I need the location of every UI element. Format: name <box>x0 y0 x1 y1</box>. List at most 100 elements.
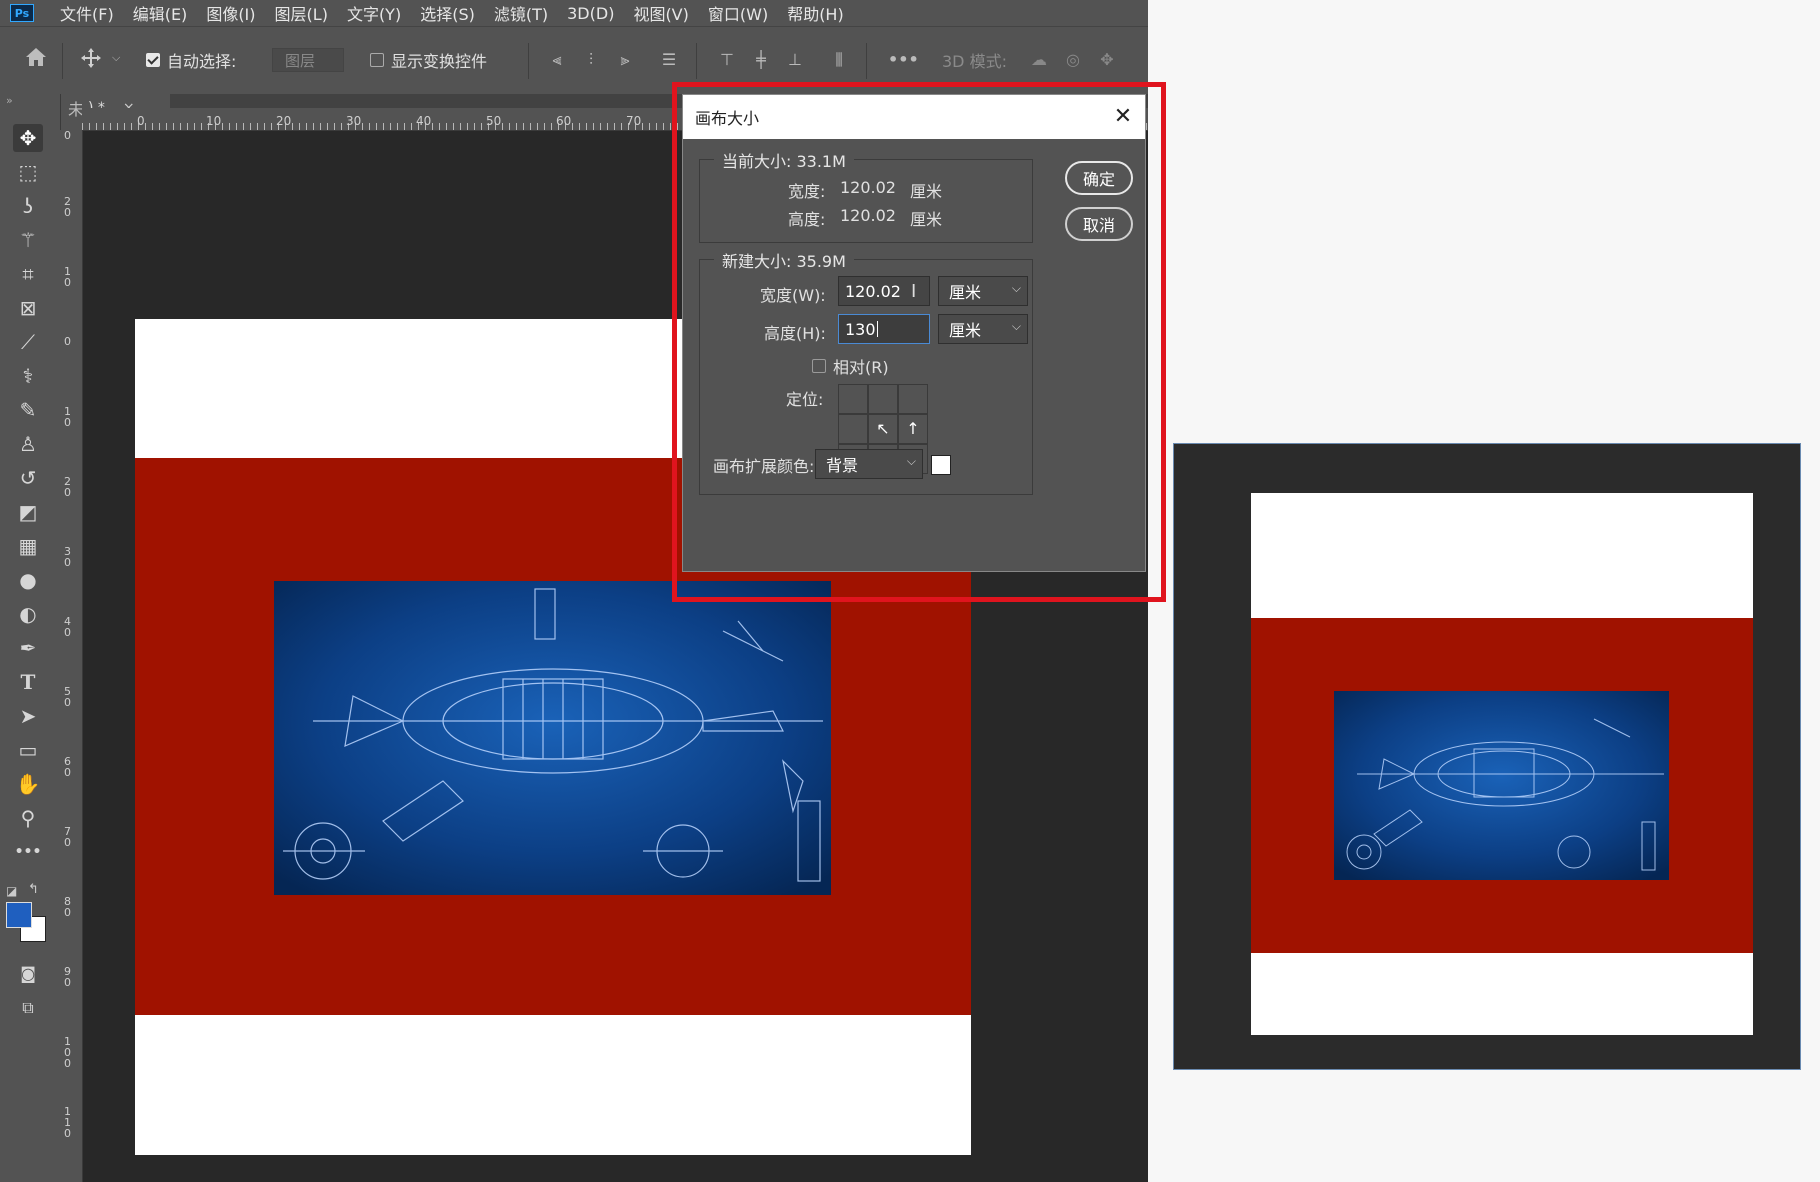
menu-view[interactable]: 视图(V) <box>633 1 688 25</box>
height-input[interactable]: 130 <box>838 314 930 344</box>
menu-select[interactable]: 选择(S) <box>420 1 475 25</box>
default-colors-icon[interactable]: ◪ <box>6 884 17 898</box>
align-bottom-icon[interactable]: ⊥ <box>786 51 804 69</box>
chevron-down-icon[interactable]: ⌵ <box>112 51 120 65</box>
auto-select-dropdown[interactable]: 图层 <box>272 47 344 73</box>
anchor-top[interactable] <box>868 384 898 414</box>
gradient-tool-icon[interactable]: ▦ <box>13 532 43 560</box>
ruler-label: 0 <box>137 114 145 128</box>
ruler-label: 30 <box>64 545 71 569</box>
align-right-icon[interactable]: ⫸ <box>616 51 634 69</box>
collapse-icon[interactable]: » <box>6 94 13 107</box>
align-center-icon[interactable]: ⫶ <box>582 51 600 69</box>
move-tool-icon[interactable] <box>80 47 102 69</box>
width-unit-select[interactable]: 厘米 ⌵ <box>938 276 1028 306</box>
menu-image[interactable]: 图像(I) <box>206 1 255 25</box>
distribute-vertical-icon[interactable]: ⫼ <box>830 51 848 69</box>
width-input[interactable]: 120.02 I <box>838 276 930 306</box>
rectangle-tool-icon[interactable]: ▭ <box>13 736 43 764</box>
screen-mode-icon[interactable]: ⧉ <box>13 994 43 1022</box>
checkbox-icon[interactable] <box>812 359 826 373</box>
magic-wand-icon[interactable]: ⚚ <box>13 226 43 254</box>
close-icon[interactable]: ✕ <box>1111 105 1135 129</box>
3d-pan-icon[interactable]: ✥ <box>1098 51 1116 69</box>
checkbox-checked-icon[interactable] <box>146 53 160 67</box>
stamp-tool-icon[interactable]: ♙ <box>13 430 43 458</box>
quick-mask-icon[interactable]: ◙ <box>13 960 43 988</box>
ruler-label: 20 <box>64 475 71 499</box>
height-unit-select[interactable]: 厘米 ⌵ <box>938 314 1028 344</box>
anchor-right[interactable]: ↑ <box>898 414 928 444</box>
menu-help[interactable]: 帮助(H) <box>787 1 844 25</box>
dodge-tool-icon[interactable]: ◐ <box>13 600 43 628</box>
hand-tool-icon[interactable]: ✋ <box>13 770 43 798</box>
3d-orbit-icon[interactable]: ☁ <box>1030 51 1048 69</box>
auto-select-checkbox[interactable]: 自动选择: <box>146 47 236 73</box>
transform-controls-checkbox[interactable]: 显示变换控件 <box>370 47 487 73</box>
menu-window[interactable]: 窗口(W) <box>708 1 768 25</box>
ruler-label: 100 <box>64 1035 71 1070</box>
canvas-size-dialog: 画布大小 ✕ 当前大小: 33.1M 宽度: 120.02 厘米 高度: 120… <box>682 94 1146 572</box>
width-label: 宽度(W): <box>760 286 826 305</box>
chevron-down-icon: ⌵ <box>1011 319 1021 333</box>
type-tool-icon[interactable]: T <box>13 668 43 696</box>
lasso-tool-icon[interactable]: ʖ <box>13 192 43 220</box>
move-tool-icon[interactable]: ✥ <box>13 124 43 152</box>
anchor-top-right[interactable] <box>898 384 928 414</box>
ruler-label: 0 <box>64 335 71 348</box>
blur-tool-icon[interactable]: ● <box>13 566 43 594</box>
anchor-label: 定位: <box>786 390 824 409</box>
menu-layer[interactable]: 图层(L) <box>275 1 328 25</box>
more-tools-icon[interactable]: ••• <box>13 838 43 866</box>
relative-checkbox[interactable]: 相对(R) <box>812 354 889 378</box>
healing-brush-icon[interactable]: ⚕ <box>13 362 43 390</box>
align-left-icon[interactable]: ⫷ <box>548 51 566 69</box>
zoom-tool-icon[interactable]: ⚲ <box>13 804 43 832</box>
anchor-left[interactable] <box>838 414 868 444</box>
marquee-tool-icon[interactable]: ⬚ <box>13 158 43 186</box>
chevron-down-icon: ⌵ <box>1011 281 1021 295</box>
anchor-center[interactable]: ↖ <box>868 414 898 444</box>
menu-3d[interactable]: 3D(D) <box>567 4 614 23</box>
ruler-label: 70 <box>64 825 71 849</box>
menu-file[interactable]: 文件(F) <box>60 1 114 25</box>
eraser-tool-icon[interactable]: ◩ <box>13 498 43 526</box>
swap-colors-icon[interactable]: ↰ <box>28 882 39 897</box>
history-brush-icon[interactable]: ↺ <box>13 464 43 492</box>
eyedropper-icon[interactable]: ⟋ <box>13 328 43 356</box>
path-select-icon[interactable]: ➤ <box>13 702 43 730</box>
foreground-color-swatch[interactable] <box>6 902 32 928</box>
width-unit-value: 厘米 <box>949 283 982 302</box>
transform-controls-label: 显示变换控件 <box>391 52 488 71</box>
ruler-label: 10 <box>64 265 71 289</box>
frame-tool-icon[interactable]: ⊠ <box>13 294 43 322</box>
brush-tool-icon[interactable]: ✎ <box>13 396 43 424</box>
menu-edit[interactable]: 编辑(E) <box>133 1 188 25</box>
distribute-icon[interactable]: ☰ <box>660 51 678 69</box>
crop-tool-icon[interactable]: ⌗ <box>13 260 43 288</box>
ok-button[interactable]: 确定 <box>1065 161 1133 195</box>
current-width-label: 宽度: <box>788 182 826 201</box>
ruler-label: 90 <box>64 965 71 989</box>
extension-color-label: 画布扩展颜色: <box>713 457 815 476</box>
pen-tool-icon[interactable]: ✒ <box>13 634 43 662</box>
extension-color-select[interactable]: 背景 ⌵ <box>815 449 923 479</box>
ruler-label: 40 <box>416 114 432 128</box>
dialog-title-bar: 画布大小 ✕ <box>683 95 1145 139</box>
menu-filter[interactable]: 滤镜(T) <box>494 1 548 25</box>
ruler-label: 50 <box>64 685 71 709</box>
align-middle-icon[interactable]: ╪ <box>752 51 770 69</box>
home-icon[interactable] <box>24 46 48 68</box>
3d-roll-icon[interactable]: ◎ <box>1064 51 1082 69</box>
divider <box>696 43 697 79</box>
photoshop-logo: Ps <box>10 4 34 22</box>
align-top-icon[interactable]: ⊤ <box>718 51 736 69</box>
more-options-icon[interactable]: ••• <box>888 51 919 69</box>
cancel-button[interactable]: 取消 <box>1065 207 1133 241</box>
anchor-top-left[interactable] <box>838 384 868 414</box>
arrow-up-icon: ↑ <box>906 419 920 438</box>
checkbox-icon[interactable] <box>370 53 384 67</box>
menu-type[interactable]: 文字(Y) <box>347 1 401 25</box>
ruler-label: 30 <box>346 114 362 128</box>
extension-color-swatch[interactable] <box>931 455 951 475</box>
